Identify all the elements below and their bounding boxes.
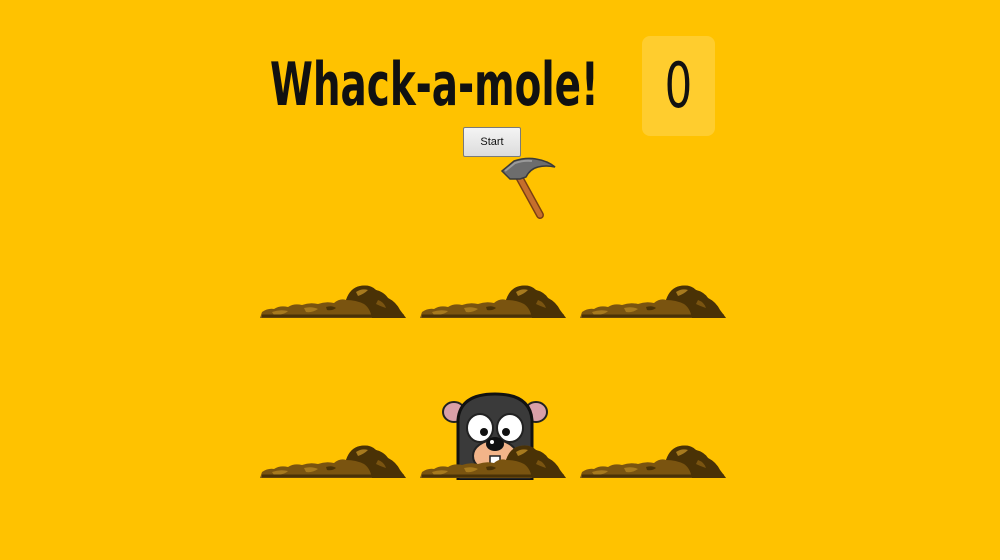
dirt-wrapper xyxy=(260,438,406,478)
dirt-mound xyxy=(260,285,406,318)
start-button[interactable]: Start xyxy=(463,127,521,157)
game-title: Whack-a-mole! xyxy=(270,50,599,120)
game-stage: Whack-a-mole! 0 Start xyxy=(0,0,1000,560)
dirt-mound xyxy=(580,285,726,318)
dirt-wrapper xyxy=(580,278,726,318)
dirt-mound xyxy=(420,445,566,478)
mole-hole-6[interactable] xyxy=(580,318,726,478)
mole-hole-5[interactable] xyxy=(420,318,566,480)
dirt-wrapper xyxy=(420,438,566,478)
mole-hole-2[interactable] xyxy=(420,158,566,318)
mole-hole-4[interactable] xyxy=(260,318,406,478)
dirt-mound xyxy=(260,445,406,478)
dirt-wrapper xyxy=(580,438,726,478)
dirt-wrapper xyxy=(260,278,406,318)
dirt-wrapper xyxy=(420,278,566,318)
score-value: 0 xyxy=(664,49,693,122)
mole-hole-3[interactable] xyxy=(580,158,726,318)
dirt-mound xyxy=(580,445,726,478)
mole-hole-1[interactable] xyxy=(260,158,406,318)
dirt-mound xyxy=(420,285,566,318)
score-panel: 0 xyxy=(642,36,715,136)
